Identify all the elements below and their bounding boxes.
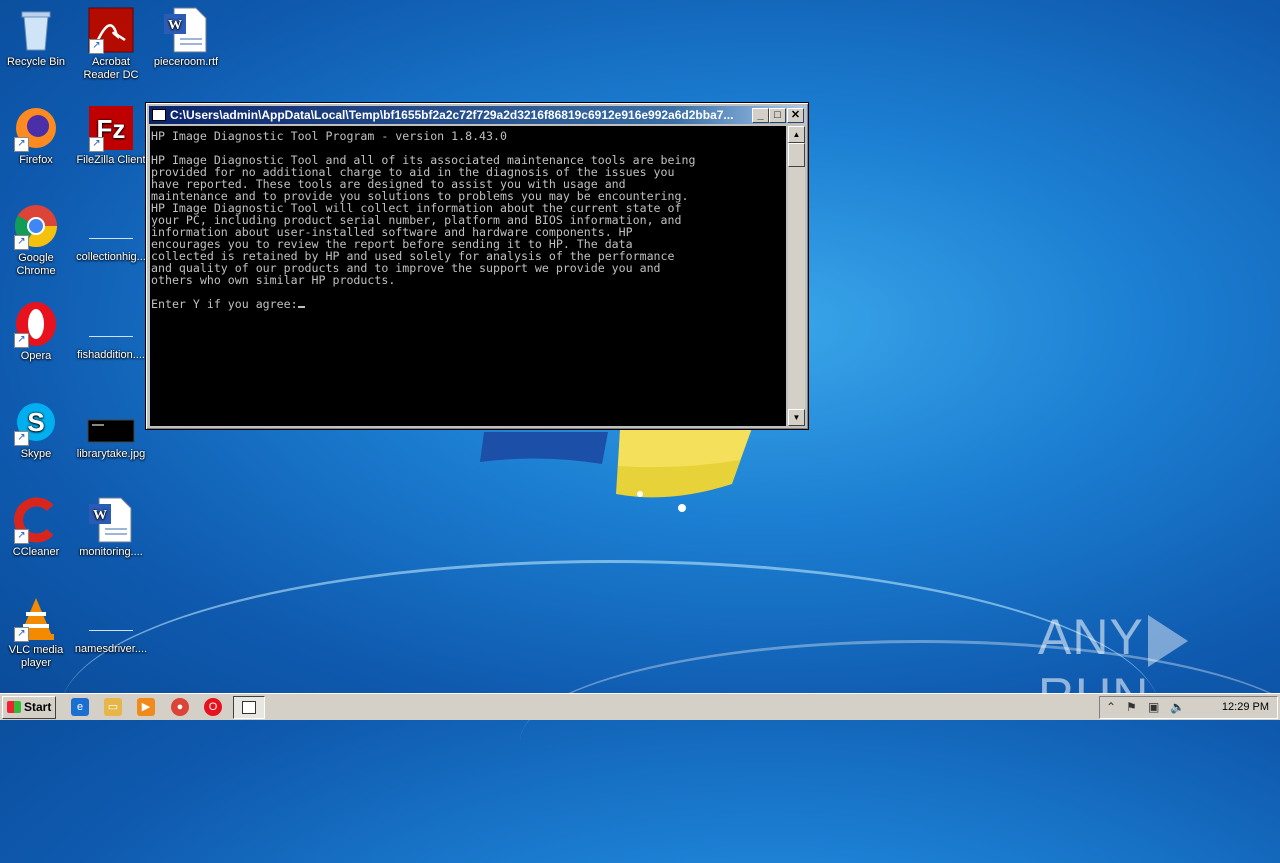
- desktop-icon-collectionhig[interactable]: collectionhig...: [72, 202, 150, 264]
- desktop-icon-filezilla[interactable]: Fz ↗ FileZilla Client: [72, 104, 150, 167]
- taskbar-console-button[interactable]: [233, 696, 265, 719]
- image-file-icon: [87, 398, 135, 446]
- windows-flag-icon: [7, 701, 21, 713]
- scrollbar-thumb[interactable]: [788, 143, 805, 167]
- opera-icon[interactable]: O: [204, 698, 222, 716]
- word-doc-icon: W: [162, 6, 210, 54]
- shortcut-arrow-icon: ↗: [14, 529, 29, 544]
- console-text: HP Image Diagnostic Tool Program - versi…: [150, 126, 786, 310]
- svg-text:W: W: [93, 508, 107, 523]
- console-body: HP Image Diagnostic Tool and all of its …: [151, 153, 695, 287]
- firefox-icon: ↗: [12, 104, 60, 152]
- desktop-icon-skype[interactable]: S ↗ Skype: [0, 398, 75, 461]
- desktop-icon-namesdriver[interactable]: namesdriver....: [72, 594, 150, 656]
- console-prompt: Enter Y if you agree:: [151, 297, 298, 311]
- icon-label: Acrobat Reader DC: [83, 56, 139, 81]
- text-cursor: [297, 306, 305, 308]
- clock[interactable]: 12:29 PM: [1222, 701, 1269, 713]
- blank-file-icon: [89, 216, 133, 239]
- icon-label: FileZilla Client: [76, 154, 146, 166]
- icon-label: Firefox: [19, 154, 53, 166]
- desktop-icon-monitoring[interactable]: W monitoring....: [72, 496, 150, 559]
- chrome-icon[interactable]: ●: [171, 698, 189, 716]
- start-label: Start: [24, 700, 52, 714]
- desktop-icon-ccleaner[interactable]: ↗ CCleaner: [0, 496, 75, 559]
- shortcut-arrow-icon: ↗: [14, 235, 29, 250]
- blank-file-icon: [89, 314, 133, 337]
- shortcut-arrow-icon: ↗: [14, 627, 29, 642]
- icon-label: CCleaner: [12, 546, 60, 558]
- icon-label: VLC media player: [8, 644, 64, 669]
- desktop-icon-recycle-bin[interactable]: Recycle Bin: [0, 6, 75, 69]
- scroll-up-button[interactable]: ▲: [788, 126, 805, 143]
- desktop-icon-opera[interactable]: ↗ Opera: [0, 300, 75, 363]
- recycle-bin-icon: [12, 6, 60, 54]
- minimize-button[interactable]: _: [752, 108, 769, 123]
- shortcut-arrow-icon: ↗: [89, 39, 104, 54]
- icon-label: pieceroom.rtf: [153, 56, 219, 68]
- vlc-icon: ↗: [12, 594, 60, 642]
- scroll-down-button[interactable]: ▼: [788, 409, 805, 426]
- console-header: HP Image Diagnostic Tool Program - versi…: [151, 129, 507, 143]
- desktop-icon-chrome[interactable]: ↗ Google Chrome: [0, 202, 75, 278]
- start-button[interactable]: Start: [2, 696, 56, 719]
- watermark-left: ANY: [1038, 609, 1144, 665]
- acrobat-icon: ↗: [87, 6, 135, 54]
- opera-icon: ↗: [12, 300, 60, 348]
- desktop-icon-acrobat[interactable]: ↗ Acrobat Reader DC: [72, 6, 150, 82]
- filezilla-icon: Fz ↗: [87, 104, 135, 152]
- taskbar: Start e ▭ ▶ ● O ⌃ ⚑ ▣ 🔈 12:29 PM: [0, 693, 1280, 720]
- console-window[interactable]: C:\Users\admin\AppData\Local\Temp\bf1655…: [145, 102, 809, 430]
- desktop-icon-librarytake[interactable]: librarytake.jpg: [72, 398, 150, 461]
- blank-file-icon: [89, 608, 133, 631]
- icon-label: fishaddition....: [77, 349, 145, 361]
- network-icon[interactable]: ▣: [1148, 700, 1159, 714]
- svg-text:S: S: [27, 407, 44, 437]
- icon-label: monitoring....: [79, 546, 143, 558]
- system-tray: ⌃ ⚑ ▣ 🔈 12:29 PM: [1099, 696, 1278, 719]
- vertical-scrollbar[interactable]: ▲ ▼: [788, 126, 805, 426]
- play-logo-icon: [1147, 614, 1188, 667]
- window-title: C:\Users\admin\AppData\Local\Temp\bf1655…: [170, 108, 734, 122]
- svg-text:W: W: [168, 18, 182, 33]
- tray-expand-icon[interactable]: ⌃: [1106, 700, 1116, 714]
- icon-label: collectionhig...: [76, 251, 146, 263]
- icon-label: namesdriver....: [74, 643, 148, 655]
- desktop-icon-pieceroom[interactable]: W pieceroom.rtf: [147, 6, 225, 69]
- console-line: others who own similar HP products.: [151, 273, 396, 287]
- ie-icon[interactable]: e: [71, 698, 89, 716]
- window-titlebar[interactable]: C:\Users\admin\AppData\Local\Temp\bf1655…: [149, 106, 805, 124]
- windows-logo: [480, 428, 752, 512]
- desktop-icon-firefox[interactable]: ↗ Firefox: [0, 104, 75, 167]
- shortcut-arrow-icon: ↗: [89, 137, 104, 152]
- media-player-icon[interactable]: ▶: [137, 698, 155, 716]
- action-center-flag-icon[interactable]: ⚑: [1126, 700, 1137, 714]
- chrome-icon: ↗: [12, 202, 60, 250]
- maximize-button[interactable]: □: [769, 108, 786, 123]
- console-output[interactable]: HP Image Diagnostic Tool Program - versi…: [150, 126, 786, 426]
- skype-icon: S ↗: [12, 398, 60, 446]
- icon-label: Opera: [20, 350, 52, 362]
- console-app-icon: [152, 109, 166, 121]
- ccleaner-icon: ↗: [12, 496, 60, 544]
- word-doc-icon: W: [87, 496, 135, 544]
- volume-icon[interactable]: 🔈: [1170, 700, 1185, 714]
- desktop-icon-vlc[interactable]: ↗ VLC media player: [0, 594, 75, 670]
- console-app-icon: [242, 701, 256, 714]
- icon-label: Recycle Bin: [6, 56, 66, 68]
- explorer-icon[interactable]: ▭: [104, 698, 122, 716]
- icon-label: Google Chrome: [16, 252, 56, 277]
- shortcut-arrow-icon: ↗: [14, 137, 29, 152]
- shortcut-arrow-icon: ↗: [14, 333, 29, 348]
- icon-label: Skype: [20, 448, 52, 460]
- icon-label: librarytake.jpg: [76, 448, 146, 460]
- desktop-icon-fishaddition[interactable]: fishaddition....: [72, 300, 150, 362]
- shortcut-arrow-icon: ↗: [14, 431, 29, 446]
- close-button[interactable]: ✕: [787, 108, 804, 123]
